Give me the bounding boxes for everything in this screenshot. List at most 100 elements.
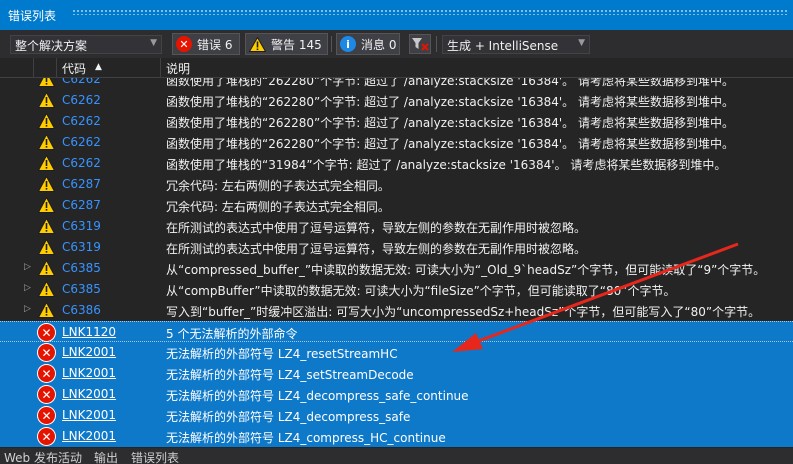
source-dropdown[interactable]: 生成 + IntelliSense ▼ [442, 35, 590, 54]
error-code-link[interactable]: C6385 [62, 282, 101, 296]
table-row[interactable]: ▷ C6386 写入到“buffer_”时缓冲区溢出: 可写大小为“uncompre… [0, 300, 793, 321]
titlebar-grip[interactable] [72, 9, 787, 15]
error-code-link[interactable]: C6319 [62, 240, 101, 254]
chevron-down-icon: ▼ [150, 38, 157, 48]
error-code-link[interactable]: LNK2001 [62, 429, 116, 443]
error-circle-icon: ✕ [38, 407, 55, 424]
warning-triangle-icon [37, 154, 56, 174]
error-code-link[interactable]: C6262 [62, 93, 101, 107]
table-row[interactable]: ▷ C6385 从“compressed_buffer_”中读取的数据无效: 可读大… [0, 258, 793, 279]
error-code-link[interactable]: LNK1120 [62, 325, 116, 339]
error-description: 函数使用了堆栈的“31984”个字节: 超过了 /analyze:stacksi… [166, 158, 727, 172]
warning-triangle-icon [37, 259, 56, 279]
tab-output[interactable]: 输出 [94, 449, 118, 464]
error-description: 从“compBuffer”中读取的数据无效: 可读大小为“fileSize”个字… [166, 284, 676, 298]
table-row[interactable]: ✕ LNK2001 无法解析的外部符号 LZ4_compress_HC_contin… [0, 426, 793, 447]
error-description: 函数使用了堆栈的“262280”个字节: 超过了 /analyze:stacks… [166, 78, 734, 88]
scope-dropdown[interactable]: 整个解决方案 ▼ [10, 35, 162, 54]
scope-value: 整个解决方案 [15, 39, 88, 53]
warning-triangle-icon [37, 175, 56, 195]
error-code-link[interactable]: C6385 [62, 261, 101, 275]
warning-triangle-icon [37, 78, 56, 90]
error-code-link[interactable]: C6287 [62, 198, 101, 212]
expand-arrow-icon[interactable]: ▷ [24, 262, 31, 272]
error-code-link[interactable]: C6262 [62, 156, 101, 170]
error-description: 冗余代码: 左右两侧的子表达式完全相同。 [166, 179, 390, 193]
error-code-link[interactable]: LNK2001 [62, 408, 116, 422]
source-value: 生成 + IntelliSense [447, 39, 559, 53]
warning-triangle-icon [37, 112, 56, 132]
error-code-link[interactable]: C6386 [62, 303, 101, 317]
error-code-link[interactable]: C6262 [62, 114, 101, 128]
error-description: 写入到“buffer_”时缓冲区溢出: 可写大小为“uncompressedSz… [166, 305, 761, 319]
column-divider[interactable] [56, 58, 57, 78]
error-circle-icon: ✕ [38, 344, 55, 361]
toolbar-divider [331, 36, 332, 52]
info-circle-icon: i [340, 36, 356, 52]
error-code-link[interactable]: LNK2001 [62, 387, 116, 401]
error-code-link[interactable]: LNK2001 [62, 366, 116, 380]
warnings-filter-label: 警告 145 [271, 37, 322, 52]
chevron-down-icon: ▼ [578, 38, 585, 48]
error-description: 在所测试的表达式中使用了逗号运算符，导致左侧的参数在无副作用时被忽略。 [166, 242, 587, 256]
error-description: 无法解析的外部符号 LZ4_setStreamDecode [166, 368, 414, 382]
warning-triangle-icon [37, 238, 56, 258]
warning-triangle-icon [249, 36, 266, 52]
tab-error-list[interactable]: 错误列表 [131, 449, 179, 464]
column-header-description[interactable]: 说明 [166, 60, 190, 77]
error-code-link[interactable]: C6319 [62, 219, 101, 233]
error-description: 从“compressed_buffer_”中读取的数据无效: 可读大小为“_Ol… [166, 263, 766, 277]
table-row[interactable]: ✕ LNK1120 5 个无法解析的外部命令 [0, 321, 793, 342]
expand-arrow-icon[interactable]: ▷ [24, 304, 31, 314]
table-row[interactable]: C6287 冗余代码: 左右两侧的子表达式完全相同。 [0, 174, 793, 195]
error-circle-icon: ✕ [38, 365, 55, 382]
column-divider[interactable] [160, 58, 161, 78]
warning-triangle-icon [37, 280, 56, 300]
table-row[interactable]: ✕ LNK2001 无法解析的外部符号 LZ4_decompress_safe [0, 405, 793, 426]
filter-icon [412, 38, 429, 51]
warning-triangle-icon [37, 133, 56, 153]
tab-web-publish[interactable]: Web 发布活动 [4, 449, 82, 464]
error-list: C6262 函数使用了堆栈的“262280”个字节: 超过了 /analyze:s… [0, 78, 793, 448]
error-description: 无法解析的外部符号 LZ4_resetStreamHC [166, 347, 398, 361]
table-row[interactable]: ✕ LNK2001 无法解析的外部符号 LZ4_decompress_safe_co… [0, 384, 793, 405]
column-header-row: 代码 ▲ 说明 [0, 58, 793, 78]
table-row[interactable]: ✕ LNK2001 无法解析的外部符号 LZ4_resetStreamHC [0, 342, 793, 363]
error-description: 函数使用了堆栈的“262280”个字节: 超过了 /analyze:stacks… [166, 137, 734, 151]
panel-titlebar: 错误列表 [0, 0, 793, 30]
error-description: 无法解析的外部符号 LZ4_compress_HC_continue [166, 431, 446, 445]
error-code-link[interactable]: C6287 [62, 177, 101, 191]
warning-triangle-icon [37, 301, 56, 321]
error-circle-icon: ✕ [38, 428, 55, 445]
error-description: 在所测试的表达式中使用了逗号运算符，导致左侧的参数在无副作用时被忽略。 [166, 221, 587, 235]
table-row[interactable]: C6262 函数使用了堆栈的“262280”个字节: 超过了 /analyze:s… [0, 111, 793, 132]
messages-filter-button[interactable]: i 消息 0 [336, 33, 400, 55]
errors-filter-button[interactable]: ✕ 错误 6 [172, 33, 240, 55]
filter-button[interactable] [409, 34, 431, 54]
warnings-filter-button[interactable]: 警告 145 [245, 33, 328, 55]
table-row[interactable]: C6262 函数使用了堆栈的“31984”个字节: 超过了 /analyze:st… [0, 153, 793, 174]
error-description: 函数使用了堆栈的“262280”个字节: 超过了 /analyze:stacks… [166, 116, 734, 130]
table-row[interactable]: C6319 在所测试的表达式中使用了逗号运算符，导致左侧的参数在无副作用时被忽略。 [0, 216, 793, 237]
table-row[interactable]: C6262 函数使用了堆栈的“262280”个字节: 超过了 /analyze:s… [0, 78, 793, 90]
column-header-code[interactable]: 代码 [62, 60, 86, 77]
table-row[interactable]: C6262 函数使用了堆栈的“262280”个字节: 超过了 /analyze:s… [0, 132, 793, 153]
error-code-link[interactable]: C6262 [62, 135, 101, 149]
error-code-link[interactable]: C6262 [62, 78, 101, 86]
table-row[interactable]: C6262 函数使用了堆栈的“262280”个字节: 超过了 /analyze:s… [0, 90, 793, 111]
toolbar-divider [436, 36, 437, 52]
column-divider[interactable] [33, 58, 34, 78]
error-code-link[interactable]: LNK2001 [62, 345, 116, 359]
table-row[interactable]: C6287 冗余代码: 左右两侧的子表达式完全相同。 [0, 195, 793, 216]
sort-ascending-icon: ▲ [95, 62, 102, 72]
error-description: 无法解析的外部符号 LZ4_decompress_safe [166, 410, 411, 424]
table-row[interactable]: ▷ C6385 从“compBuffer”中读取的数据无效: 可读大小为“fileS… [0, 279, 793, 300]
expand-arrow-icon[interactable]: ▷ [24, 283, 31, 293]
error-circle-icon: ✕ [38, 386, 55, 403]
panel-title: 错误列表 [8, 9, 57, 23]
bottom-tab-strip: Web 发布活动 输出 错误列表 [0, 448, 793, 464]
warning-triangle-icon [37, 217, 56, 237]
table-row[interactable]: ✕ LNK2001 无法解析的外部符号 LZ4_setStreamDecode [0, 363, 793, 384]
errors-filter-label: 错误 6 [197, 37, 233, 52]
table-row[interactable]: C6319 在所测试的表达式中使用了逗号运算符，导致左侧的参数在无副作用时被忽略。 [0, 237, 793, 258]
